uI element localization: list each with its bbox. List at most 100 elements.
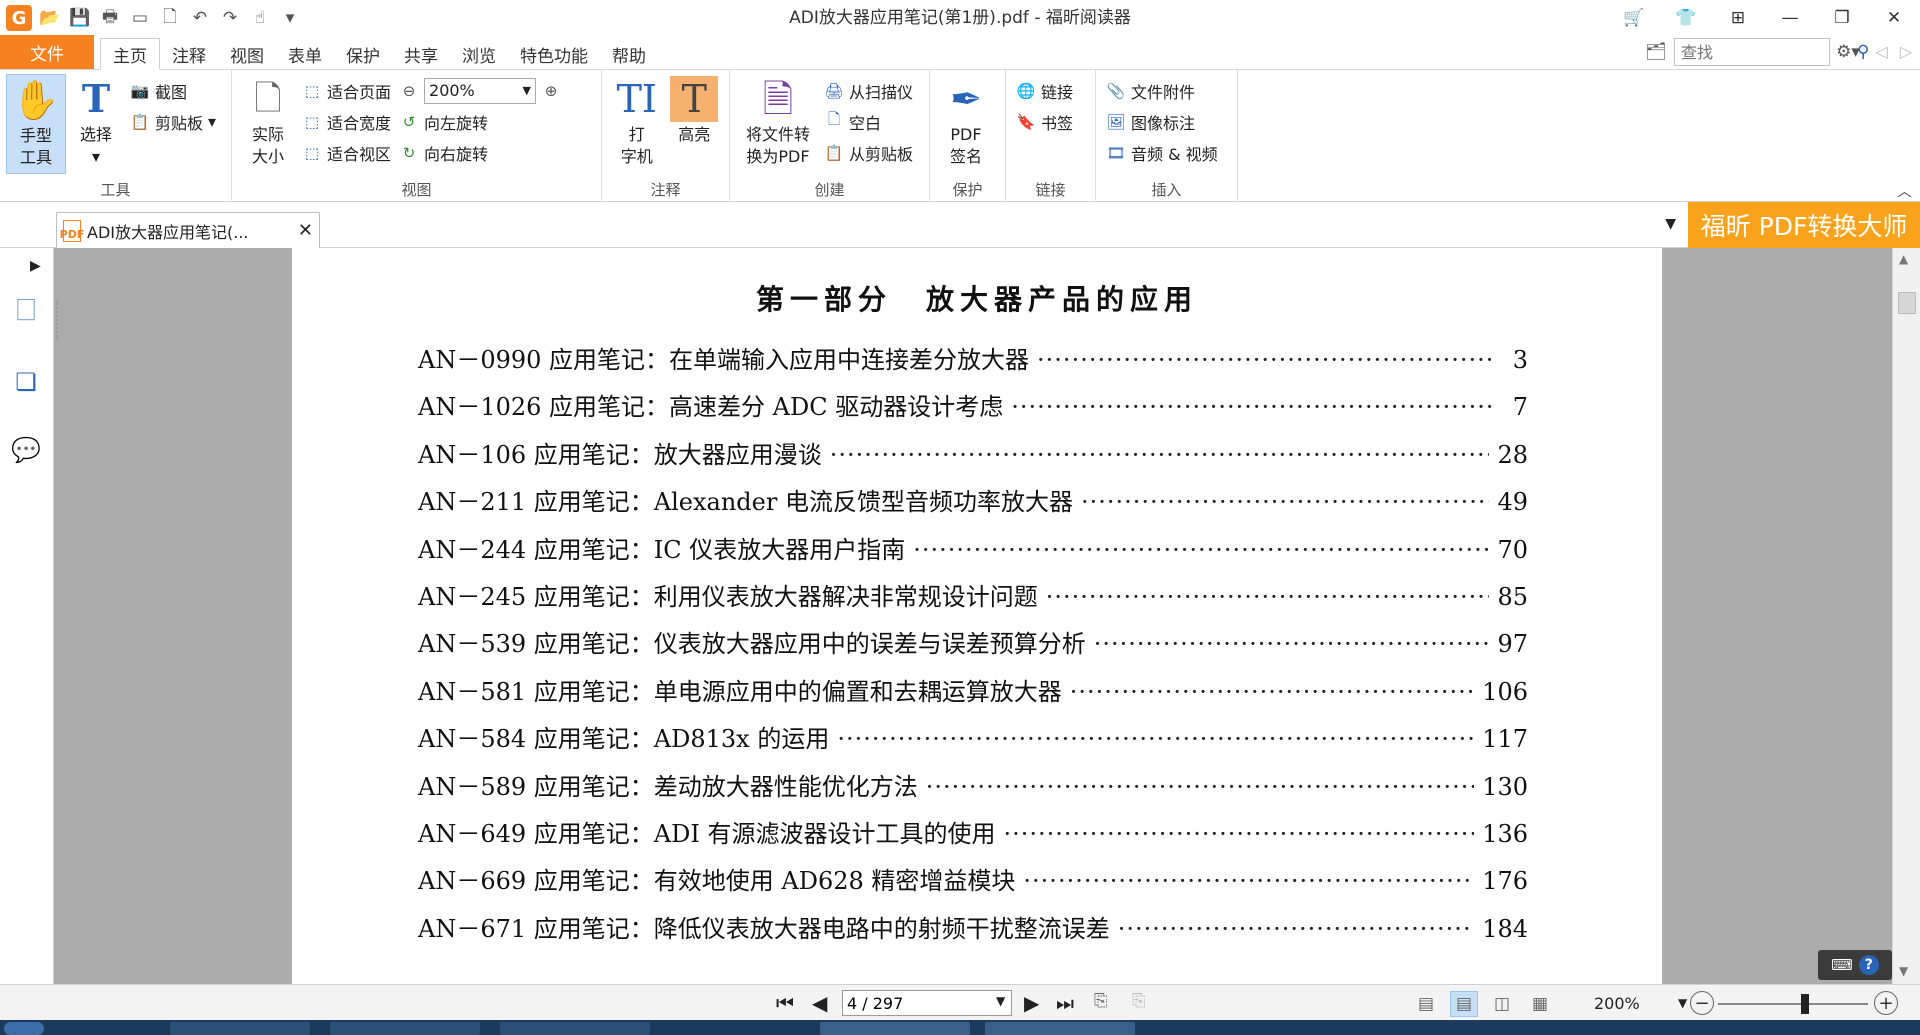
tab-share[interactable]: 共享 [392, 39, 450, 69]
expand-panel-icon[interactable]: ▶ [30, 258, 41, 274]
open-folder-icon[interactable]: 📂 [38, 6, 62, 30]
from-clipboard-button[interactable]: 📋 从剪贴板 [820, 138, 917, 167]
continuous-view-icon[interactable]: ▤ [1450, 991, 1478, 1017]
layout-icon[interactable]: ⊞ [1712, 0, 1764, 36]
next-view-icon[interactable]: ⎘ [1132, 991, 1146, 1011]
search-icon[interactable]: ⚲ [1857, 42, 1869, 62]
fit-page-button[interactable]: ⬚ 适合页面 [298, 76, 395, 105]
customize-toolbar-icon[interactable]: ▾ [278, 6, 302, 30]
scroll-down-arrow-icon[interactable]: ▼ [1899, 964, 1908, 978]
tab-list-dropdown-icon[interactable]: ▼ [1665, 216, 1676, 232]
actual-size-button[interactable]: 🗋 实际 大小 [238, 74, 298, 174]
vertical-scrollbar[interactable]: ▲ ▼ [1892, 248, 1920, 984]
document-tab[interactable]: PDF ADI放大器应用笔记(... ✕ [56, 212, 320, 248]
facing-view-icon[interactable]: ◫ [1488, 991, 1516, 1017]
last-page-icon[interactable]: ⏭ [1056, 991, 1074, 1015]
new-document-icon[interactable]: 🗋 [158, 6, 182, 30]
panel-resize-handle[interactable] [56, 300, 60, 340]
search-input[interactable] [1674, 38, 1830, 66]
image-annotation-button[interactable]: 🖼 图像标注 [1102, 107, 1222, 136]
hand-tool-button[interactable]: ✋ 手型 工具 [6, 74, 66, 174]
tab-home[interactable]: 主页 [100, 38, 160, 70]
zoom-slider-thumb[interactable] [1801, 994, 1809, 1014]
next-page-icon[interactable]: ▶ [1024, 991, 1039, 1015]
toc-row[interactable]: AN－649 应用笔记：ADI 有源滤波器设计工具的使用 136 [418, 814, 1528, 854]
fit-visible-button[interactable]: ⬚ 适合视区 [298, 138, 395, 167]
pdf-page[interactable]: 第一部分 放大器产品的应用 AN－0990 应用笔记：在单端输入应用中连接差分放… [292, 248, 1662, 984]
blank-page-button[interactable]: 🗋 空白 [820, 107, 917, 136]
file-attachment-button[interactable]: 📎 文件附件 [1102, 76, 1222, 105]
toc-row[interactable]: AN－211 应用笔记：Alexander 电流反馈型音频功率放大器 49 [418, 482, 1528, 522]
tab-comment[interactable]: 注释 [160, 39, 218, 69]
forward-arrow-icon[interactable]: ▷ [1900, 42, 1912, 61]
app-logo-icon[interactable]: G [6, 5, 32, 31]
taskbar-item[interactable] [985, 1022, 1135, 1035]
zoom-in-button[interactable]: + [1874, 991, 1898, 1015]
page-number-input[interactable] [842, 990, 1012, 1016]
comments-panel-icon[interactable]: 💬 [8, 432, 44, 468]
page-dropdown-icon[interactable]: ▼ [996, 994, 1005, 1008]
highlight-button[interactable]: T 高亮 [666, 74, 724, 174]
zoom-level[interactable]: 200% [1594, 994, 1640, 1013]
scrollbar-thumb[interactable] [1898, 292, 1916, 314]
convert-to-pdf-button[interactable]: 🗎 将文件转 换为PDF [736, 74, 820, 174]
zoom-in-icon[interactable]: ⊕ [541, 81, 561, 101]
zoom-select[interactable]: 200% ▼ [424, 77, 537, 104]
undo-icon[interactable]: ↶ [188, 6, 212, 30]
from-scanner-button[interactable]: 🖨 从扫描仪 [820, 76, 917, 105]
tab-view[interactable]: 视图 [218, 39, 276, 69]
bookmarks-panel-icon[interactable]: 🗌 [8, 296, 44, 332]
bookmark-button[interactable]: 🔖 书签 [1012, 107, 1077, 136]
promo-banner[interactable]: 福昕 PDF转换大师 [1688, 202, 1920, 248]
skin-icon[interactable]: 👕 [1660, 0, 1712, 36]
taskbar-item[interactable] [500, 1022, 650, 1035]
previous-page-icon[interactable]: ◀ [812, 991, 827, 1015]
select-tool-button[interactable]: T 选择 ▾ [66, 74, 126, 174]
scroll-up-arrow-icon[interactable]: ▲ [1899, 252, 1908, 266]
tab-help[interactable]: 帮助 [600, 39, 658, 69]
taskbar-item[interactable] [170, 1022, 310, 1035]
toc-row[interactable]: AN－581 应用笔记：单电源应用中的偏置和去耦运算放大器 106 [418, 672, 1528, 712]
toc-row[interactable]: AN－584 应用笔记：AD813x 的运用 117 [418, 719, 1528, 759]
first-page-icon[interactable]: ⏮ [776, 991, 794, 1015]
toc-row[interactable]: AN－671 应用笔记：降低仪表放大器电路中的射频干扰整流误差 184 [418, 909, 1528, 949]
screenshot-button[interactable]: 📷 截图 [126, 76, 220, 105]
pages-panel-icon[interactable]: ❏ [8, 364, 44, 400]
toc-row[interactable]: AN－106 应用笔记：放大器应用漫谈 28 [418, 435, 1528, 475]
tab-form[interactable]: 表单 [276, 39, 334, 69]
toc-row[interactable]: AN－244 应用笔记：IC 仪表放大器用户指南 70 [418, 530, 1528, 570]
pdf-sign-button[interactable]: ✒ PDF 签名 [936, 74, 996, 174]
hand-tool-icon[interactable]: ☝ [248, 6, 272, 30]
tab-file[interactable]: 文件 [0, 35, 94, 69]
print-icon[interactable]: 🖶 [98, 6, 122, 30]
audio-video-button[interactable]: 🎞 音频 & 视频 [1102, 138, 1222, 167]
continuous-facing-view-icon[interactable]: ▦ [1526, 991, 1554, 1017]
zoom-out-button[interactable]: − [1690, 991, 1714, 1015]
toc-row[interactable]: AN－669 应用笔记：有效地使用 AD628 精密增益模块 176 [418, 861, 1528, 901]
fullscreen-icon[interactable]: ▭ [128, 6, 152, 30]
zoom-dropdown-icon[interactable]: ▼ [1678, 996, 1687, 1010]
search-folder-icon[interactable]: 🗂 [1644, 40, 1668, 64]
link-button[interactable]: 🌐 链接 [1012, 76, 1077, 105]
tab-browse[interactable]: 浏览 [450, 39, 508, 69]
input-method-widget[interactable]: ⌨ ? [1818, 950, 1892, 980]
tab-features[interactable]: 特色功能 [508, 39, 600, 69]
toc-row[interactable]: AN－245 应用笔记：利用仪表放大器解决非常规设计问题 85 [418, 577, 1528, 617]
redo-icon[interactable]: ↷ [218, 6, 242, 30]
start-button[interactable] [4, 1022, 44, 1035]
toc-row[interactable]: AN－589 应用笔记：差动放大器性能优化方法 130 [418, 767, 1528, 807]
close-tab-icon[interactable]: ✕ [298, 220, 313, 241]
tab-protect[interactable]: 保护 [334, 39, 392, 69]
close-button[interactable]: ✕ [1868, 0, 1920, 36]
zoom-out-icon[interactable]: ⊖ [399, 81, 419, 101]
fit-width-button[interactable]: ⬚ 适合宽度 [298, 107, 395, 136]
toc-row[interactable]: AN－0990 应用笔记：在单端输入应用中连接差分放大器 3 [418, 340, 1528, 380]
collapse-ribbon-icon[interactable]: ︿ [1897, 180, 1912, 201]
toc-row[interactable]: AN－1026 应用笔记：高速差分 ADC 驱动器设计考虑 7 [418, 387, 1528, 427]
minimize-button[interactable]: — [1764, 0, 1816, 36]
previous-view-icon[interactable]: ⎘ [1094, 991, 1108, 1011]
zoom-slider-track[interactable] [1718, 1003, 1868, 1005]
single-page-view-icon[interactable]: ▤ [1412, 991, 1440, 1017]
clipboard-button[interactable]: 📋 剪贴板 ▾ [126, 107, 220, 136]
help-icon[interactable]: ? [1858, 955, 1879, 975]
